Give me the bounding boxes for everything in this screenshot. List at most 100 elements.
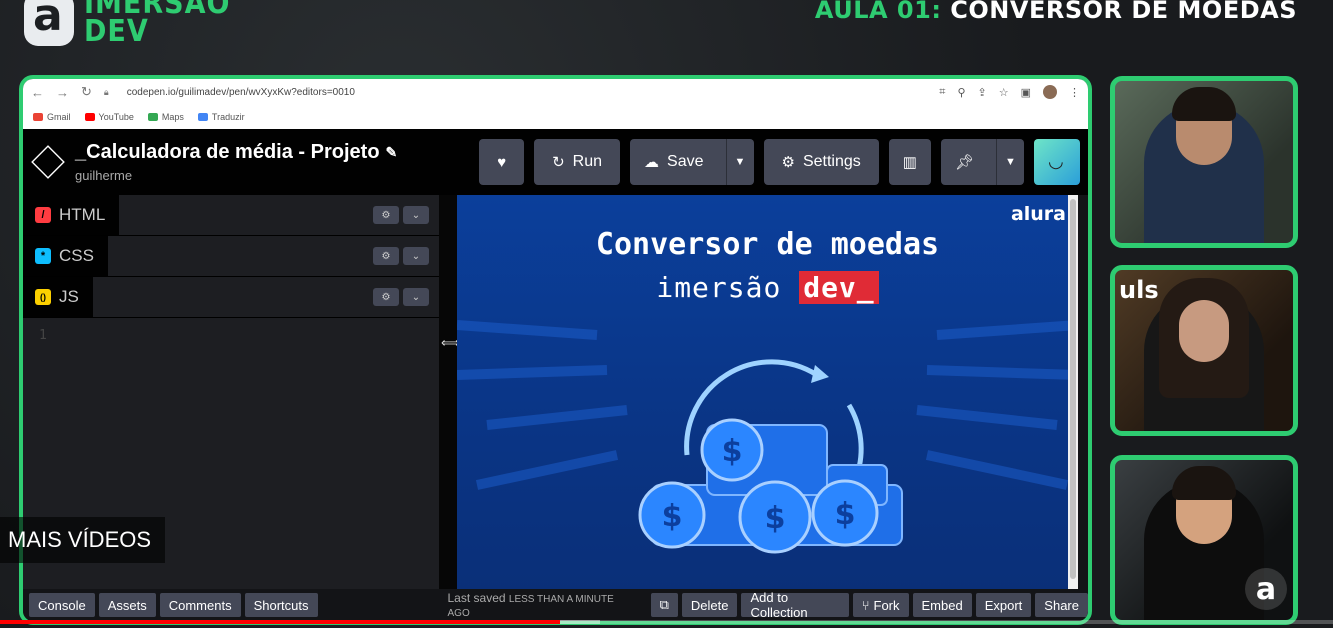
webcam-presenter-1 [1110,76,1298,248]
resize-handle[interactable]: ⟺ [439,195,460,593]
external-link-icon: ⧉ [659,597,669,612]
lock-icon: 🔒︎ [103,86,109,97]
bookmark-maps[interactable]: Maps [147,112,184,122]
run-button[interactable]: ↻ Run [534,139,621,185]
preview-title: Conversor de moedas [595,227,940,262]
layout-icon: ▥ [902,154,917,171]
lesson-title: AULA 01: CONVERSOR DE MOEDAS [815,0,1297,24]
shortcuts-button[interactable]: Shortcuts [244,593,318,617]
last-saved-label: Last saved [447,591,506,605]
html-icon: / [35,207,51,223]
maps-icon [147,113,158,121]
add-to-collection-button[interactable]: Add to Collection [741,590,849,620]
menu-icon[interactable]: ⋮ [1069,86,1080,99]
subtitle-highlight: dev_ [799,271,879,304]
assets-button[interactable]: Assets [98,593,156,617]
console-button[interactable]: Console [29,593,95,617]
user-avatar[interactable] [1034,139,1080,185]
editor-css[interactable]: * CSS ⚙ ⌄ [23,236,439,277]
codepen-header: _Calculadora de média - Projeto ✎ guilhe… [23,129,1088,195]
webcam-presenter-3: a [1110,455,1298,625]
pen-author[interactable]: guilherme [75,168,397,183]
translate-icon[interactable]: ⌗ [939,86,945,99]
settings-button[interactable]: ⚙ Settings [763,139,879,185]
profile-avatar[interactable] [1043,85,1057,99]
alura-watermark-icon: a [1245,568,1287,610]
gear-icon[interactable]: ⚙ [373,247,399,265]
chevron-down-icon[interactable]: ⌄ [403,247,429,265]
background-sign: uls [1119,276,1159,304]
bookmark-label: Maps [161,112,184,122]
translate-icon [197,113,208,121]
star-icon[interactable]: ☆ [999,86,1009,99]
gear-icon[interactable]: ⚙ [373,206,399,224]
brand-title-line2: DEV [84,14,149,49]
heart-icon: ♥ [497,153,507,171]
gear-icon[interactable]: ⚙ [373,288,399,306]
editor-html[interactable]: / HTML ⚙ ⌄ [23,195,439,236]
back-icon[interactable]: ← [31,85,44,100]
bookmark-youtube[interactable]: YouTube [84,112,134,122]
love-button[interactable]: ♥ [479,139,525,185]
js-icon: () [35,289,51,305]
editor-label: HTML [59,205,106,224]
chevron-down-icon[interactable]: ▼ [996,139,1024,185]
person-head [1179,300,1229,362]
bookmark-gmail[interactable]: Gmail [33,112,71,122]
preview-subtitle: imersão dev_ [457,271,1078,304]
pin-button[interactable]: 📌︎ ▼ [940,139,1024,185]
chevron-down-icon[interactable]: ▼ [725,139,754,185]
video-progress-fill [0,620,560,624]
preview-pane[interactable]: $ $ $ $ alura Conversor de moedas imersão … [457,195,1078,593]
browser-chrome: ← → ↻ 🔒︎ codepen.io/guilimadev/pen/wvXyx… [23,79,1088,129]
run-label: Run [572,153,603,170]
svg-text:$: $ [722,434,743,469]
share-icon[interactable]: ⇪ [978,86,987,99]
codepen-logo-icon[interactable] [31,145,65,179]
line-number: 1 [39,328,47,343]
last-saved-status: Last saved LESS THAN A MINUTE AGO [448,591,621,619]
delete-button[interactable]: Delete [681,593,738,617]
editor-js[interactable]: () JS ⚙ ⌄ [23,277,439,318]
share-button[interactable]: Share [1035,593,1088,617]
more-videos-button[interactable]: MAIS VÍDEOS [0,517,166,563]
save-button[interactable]: ☁ Save ▼ [630,139,754,185]
person-hair [1172,87,1236,121]
export-button[interactable]: Export [975,593,1032,617]
screen-share-frame: ← → ↻ 🔒︎ codepen.io/guilimadev/pen/wvXyx… [19,75,1092,625]
cloud-icon: ☁ [644,154,660,171]
embed-button[interactable]: Embed [912,593,972,617]
chevron-down-icon[interactable]: ⌄ [403,206,429,224]
svg-text:$: $ [765,501,786,536]
svg-text:$: $ [835,497,856,532]
lesson-prefix: AULA 01: [814,0,942,24]
save-label: Save [667,153,704,170]
css-icon: * [35,248,51,264]
codepen-footer: Console Assets Comments Shortcuts Last s… [23,589,1088,621]
sidebar-icon[interactable]: ▣ [1021,86,1031,99]
preview-scrollbar[interactable] [1068,195,1078,593]
bookmark-label: YouTube [98,112,134,122]
zoom-icon[interactable]: ⚲ [957,86,965,99]
fork-button[interactable]: ⑂ Fork [852,593,909,617]
pen-title[interactable]: _Calculadora de média - Projeto [75,141,380,164]
settings-label: Settings [802,153,861,170]
person-hair [1172,466,1236,500]
imersao-logo-icon [24,0,74,46]
address-bar[interactable]: codepen.io/guilimadev/pen/wvXyxKw?editor… [127,87,355,98]
gmail-icon [33,113,43,121]
editor-label: CSS [59,246,94,265]
pencil-icon[interactable]: ✎ [386,144,398,161]
fork-label: Fork [873,597,900,613]
video-progress-bar[interactable] [0,620,1333,624]
chevron-down-icon[interactable]: ⌄ [403,288,429,306]
bookmark-traduzir[interactable]: Traduzir [197,112,245,122]
bookmark-label: Traduzir [211,112,245,122]
reload-icon[interactable]: ↻ [81,84,92,100]
forward-icon[interactable]: → [56,85,69,100]
brand-title: IMERSÃO DEV [84,0,230,49]
open-external-button[interactable]: ⧉ [650,593,678,617]
comments-button[interactable]: Comments [159,593,241,617]
layout-button[interactable]: ▥ [888,139,931,185]
lesson-name: CONVERSOR DE MOEDAS [950,0,1297,24]
